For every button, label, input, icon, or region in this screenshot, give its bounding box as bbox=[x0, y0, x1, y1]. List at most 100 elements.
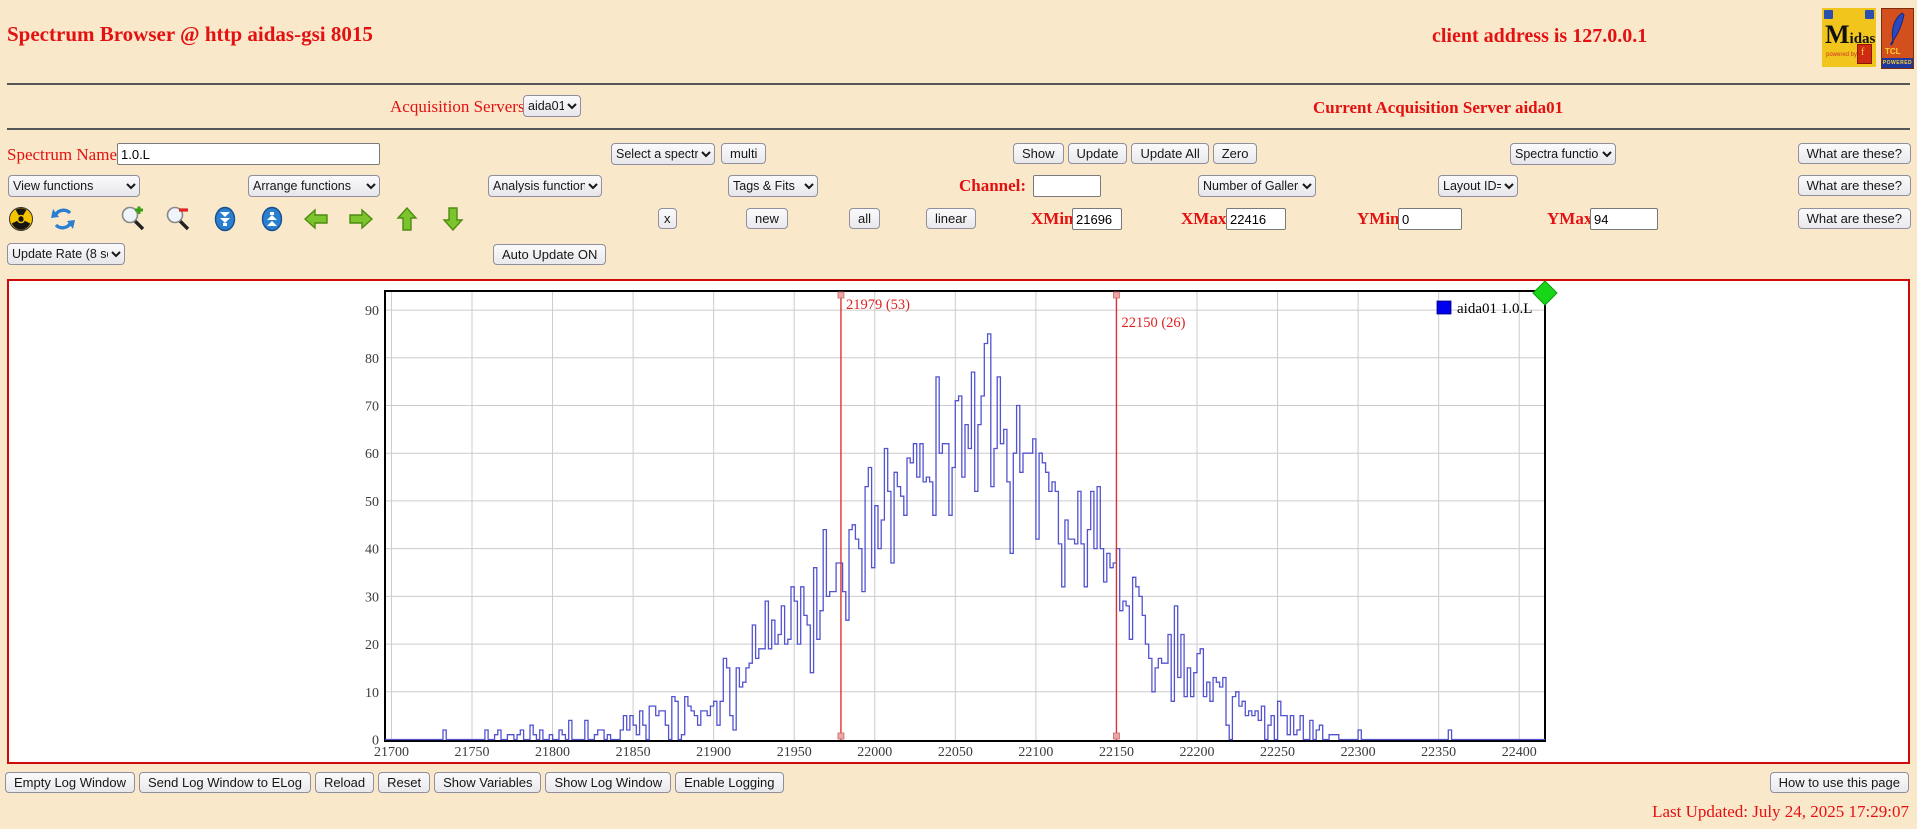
spectrum-chart-panel: 2170021750218002185021900219502200022050… bbox=[7, 279, 1910, 764]
x-tick-label: 22000 bbox=[857, 745, 892, 758]
layout-id-dropdown[interactable]: Layout ID=3 bbox=[1438, 175, 1518, 197]
select-spectrum-dropdown[interactable]: Select a spectrum bbox=[611, 143, 715, 165]
ymin-input[interactable] bbox=[1398, 208, 1462, 230]
tcl-powered-logo[interactable]: TCL POWERED bbox=[1881, 8, 1914, 69]
scroll-up-icon[interactable] bbox=[259, 206, 285, 232]
page-title: Spectrum Browser @ http aidas-gsi 8015 bbox=[7, 22, 373, 47]
channel-label: Channel: bbox=[959, 176, 1026, 196]
enable-logging-button[interactable]: Enable Logging bbox=[675, 772, 783, 793]
update-rate-dropdown[interactable]: Update Rate (8 secs) bbox=[7, 243, 125, 265]
midas-tcl-flag: f bbox=[1857, 44, 1872, 64]
x-tick-label: 21750 bbox=[455, 745, 490, 758]
xmin-label: XMin bbox=[1031, 209, 1074, 229]
x-tick-label: 21900 bbox=[696, 745, 731, 758]
cursor-handle-top[interactable] bbox=[1113, 292, 1119, 298]
tcl-feather-icon bbox=[1884, 11, 1910, 47]
analysis-functions-dropdown[interactable]: Analysis functions bbox=[488, 175, 602, 197]
corner-diamond-marker[interactable] bbox=[1533, 281, 1557, 305]
update-all-button[interactable]: Update All bbox=[1131, 143, 1208, 164]
y-tick-label: 40 bbox=[365, 543, 379, 558]
tcl-logo-text: TCL bbox=[1885, 47, 1901, 56]
x-tick-label: 21950 bbox=[777, 745, 812, 758]
spectra-functions-dropdown[interactable]: Spectra functions bbox=[1510, 143, 1616, 165]
what-are-these-button-1[interactable]: What are these? bbox=[1798, 143, 1911, 164]
zoom-out-icon[interactable] bbox=[165, 206, 191, 232]
arrange-functions-dropdown[interactable]: Arrange functions bbox=[248, 175, 380, 197]
ymax-input[interactable] bbox=[1590, 208, 1658, 230]
y-tick-label: 0 bbox=[372, 734, 379, 749]
what-are-these-button-3[interactable]: What are these? bbox=[1798, 208, 1911, 229]
acquisition-server-select[interactable]: aida01 bbox=[523, 95, 581, 117]
show-button[interactable]: Show bbox=[1013, 143, 1064, 164]
auto-update-button[interactable]: Auto Update ON bbox=[493, 244, 606, 265]
legend-swatch bbox=[1437, 301, 1451, 314]
xmax-label: XMax bbox=[1181, 209, 1226, 229]
ymax-label: YMax bbox=[1547, 209, 1592, 229]
spectrum-browser-app: Spectrum Browser @ http aidas-gsi 8015 c… bbox=[0, 0, 1917, 829]
how-to-use-button[interactable]: How to use this page bbox=[1770, 772, 1909, 793]
pan-up-icon[interactable] bbox=[394, 206, 420, 232]
midas-logo[interactable]: Midas powered by f bbox=[1822, 8, 1876, 67]
channel-input[interactable] bbox=[1033, 175, 1101, 197]
y-tick-label: 30 bbox=[365, 590, 379, 605]
zero-button[interactable]: Zero bbox=[1213, 143, 1258, 164]
x-tick-label: 22050 bbox=[938, 745, 973, 758]
send-log-to-elog-button[interactable]: Send Log Window to ELog bbox=[139, 772, 311, 793]
y-tick-label: 10 bbox=[365, 686, 379, 701]
reset-button[interactable]: Reset bbox=[378, 772, 430, 793]
pan-left-icon[interactable] bbox=[303, 206, 329, 232]
x-tick-label: 22100 bbox=[1018, 745, 1053, 758]
zoom-in-icon[interactable] bbox=[120, 206, 146, 232]
divider-top bbox=[7, 83, 1910, 85]
galleries-dropdown[interactable]: Number of Galleries bbox=[1198, 175, 1316, 197]
midas-emblem-right bbox=[1865, 10, 1874, 19]
ymin-label: YMin bbox=[1357, 209, 1400, 229]
empty-log-window-button[interactable]: Empty Log Window bbox=[5, 772, 135, 793]
y-tick-label: 60 bbox=[365, 447, 379, 462]
pan-down-icon[interactable] bbox=[440, 206, 466, 232]
x-tick-label: 21700 bbox=[374, 745, 409, 758]
cursor-handle-top[interactable] bbox=[838, 292, 844, 298]
plot-frame bbox=[385, 291, 1545, 741]
reload-button[interactable]: Reload bbox=[315, 772, 374, 793]
spectrum-name-label: Spectrum Name: bbox=[7, 145, 122, 165]
last-updated-text: Last Updated: July 24, 2025 17:29:07 bbox=[1652, 802, 1909, 822]
y-tick-label: 70 bbox=[365, 400, 379, 415]
show-log-window-button[interactable]: Show Log Window bbox=[545, 772, 671, 793]
y-tick-label: 20 bbox=[365, 638, 379, 653]
new-button[interactable]: new bbox=[746, 208, 788, 229]
multi-button[interactable]: multi bbox=[721, 143, 766, 164]
cursor-handle-bottom[interactable] bbox=[838, 733, 844, 739]
legend-label: aida01 1.0.L bbox=[1457, 301, 1532, 317]
spectrum-name-input[interactable] bbox=[117, 143, 380, 165]
cursor-label: 22150 (26) bbox=[1121, 315, 1185, 331]
x-tick-label: 22350 bbox=[1421, 745, 1456, 758]
linear-button[interactable]: linear bbox=[926, 208, 976, 229]
what-are-these-button-2[interactable]: What are these? bbox=[1798, 175, 1911, 196]
cursor-label: 21979 (53) bbox=[846, 297, 910, 313]
xmax-input[interactable] bbox=[1226, 208, 1286, 230]
midas-emblem-left bbox=[1824, 10, 1833, 19]
all-button[interactable]: all bbox=[849, 208, 880, 229]
x-axis-button[interactable]: x bbox=[658, 208, 677, 229]
acquisition-servers-label: Acquisition Servers bbox=[390, 97, 525, 117]
x-tick-label: 22400 bbox=[1502, 745, 1537, 758]
x-tick-label: 21800 bbox=[535, 745, 570, 758]
x-tick-label: 22300 bbox=[1341, 745, 1376, 758]
update-button[interactable]: Update bbox=[1068, 143, 1128, 164]
refresh-icon[interactable] bbox=[50, 206, 76, 232]
show-variables-button[interactable]: Show Variables bbox=[434, 772, 541, 793]
y-tick-label: 90 bbox=[365, 304, 379, 319]
view-functions-dropdown[interactable]: View functions bbox=[8, 175, 140, 197]
pan-right-icon[interactable] bbox=[348, 206, 374, 232]
radiation-icon[interactable] bbox=[8, 206, 34, 232]
tcl-powered-text: POWERED bbox=[1882, 58, 1913, 68]
spectrum-chart[interactable]: 2170021750218002185021900219502200022050… bbox=[9, 281, 1904, 758]
x-tick-label: 22200 bbox=[1180, 745, 1215, 758]
cursor-handle-bottom[interactable] bbox=[1113, 733, 1119, 739]
xmin-input[interactable] bbox=[1072, 208, 1122, 230]
y-tick-label: 50 bbox=[365, 495, 379, 510]
y-tick-label: 80 bbox=[365, 352, 379, 367]
scroll-down-icon[interactable] bbox=[212, 206, 238, 232]
tags-fits-dropdown[interactable]: Tags & Fits bbox=[728, 175, 818, 197]
